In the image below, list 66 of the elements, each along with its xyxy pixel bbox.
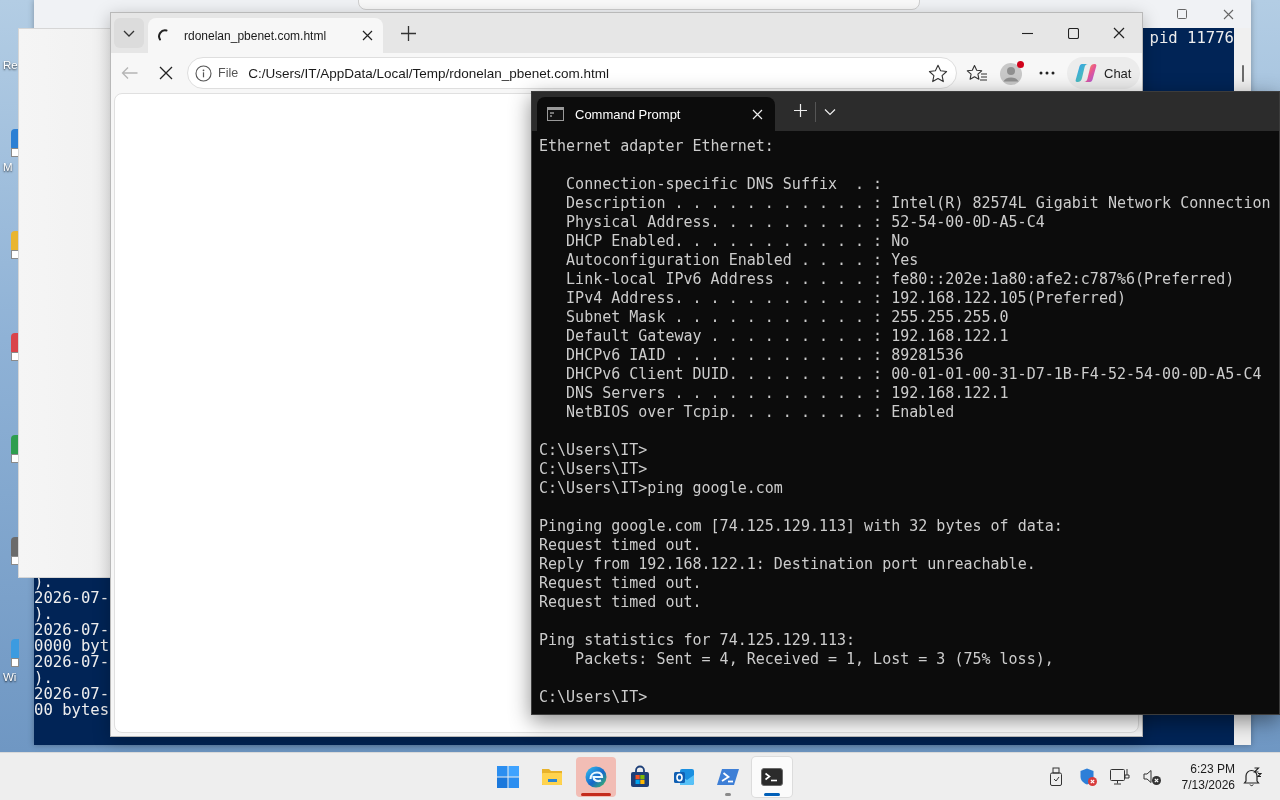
console-line: 2026-07-: [34, 622, 110, 638]
terminal-line: C:\Users\IT>: [539, 460, 648, 479]
terminal-line: IPv4 Address. . . . . . . . . . . : 192.168.122.105(Preferred): [566, 289, 1126, 308]
terminal-line: NetBIOS over Tcpip. . . . . . . . : Enabled: [566, 403, 955, 422]
usb-drive-icon: [1048, 766, 1063, 787]
monitor-network-icon: [1108, 766, 1131, 787]
start-icon: [496, 764, 520, 789]
terminal-line: DHCPv6 Client DUID. . . . . . . . : 00-01-01-00-31-D7-1B-F4-52-54-00-0D-A5-C4: [566, 365, 1262, 384]
terminal-line: Pinging google.com [74.125.129.113] with 32 bytes of data:: [539, 517, 1063, 536]
star-list-icon: [966, 63, 988, 83]
console-line: 0000 byt: [34, 638, 110, 654]
close-icon: [751, 108, 763, 120]
store-icon: [628, 764, 652, 789]
tab-list-button[interactable]: [114, 18, 144, 48]
browser-tab[interactable]: rdonelan_pbenet.com.html: [148, 18, 383, 53]
terminal-line: Ethernet adapter Ethernet:: [539, 137, 774, 156]
terminal-line: DNS Servers . . . . . . . . . . . : 192.168.122.1: [566, 384, 1009, 403]
console-line: 2026-07-: [34, 590, 110, 606]
console-line: pid 11776: [1149, 30, 1234, 46]
terminal-line: Packets: Sent = 4, Received = 1, Lost = 3 (75% loss),: [575, 650, 1054, 669]
copilot-icon: [1075, 63, 1097, 83]
chevron-down-icon: [824, 107, 836, 116]
terminal-line: Ping statistics for 74.125.129.113:: [539, 631, 856, 650]
terminal-line: Request timed out.: [539, 574, 702, 593]
plus-icon: [793, 104, 807, 117]
maximize-icon: [1067, 27, 1079, 39]
browser-icon: [584, 764, 608, 789]
command-prompt-icon: [547, 107, 564, 121]
terminal-line: Subnet Mask . . . . . . . . . . . : 255.255.255.0: [566, 308, 1009, 327]
scrollbar-thumb[interactable]: [1241, 65, 1244, 82]
terminal-line: Physical Address. . . . . . . . . : 52-54-00-0D-A5-C4: [566, 213, 1045, 232]
console-line: ).: [34, 670, 53, 686]
close-icon: [361, 30, 373, 41]
terminal-line: C:\Users\IT>ping google.com: [539, 479, 783, 498]
stop-icon: [159, 66, 173, 80]
console-line: 2026-07-: [34, 686, 110, 702]
terminal-line: C:\Users\IT>: [539, 688, 648, 707]
add-favorite-button[interactable]: [928, 63, 948, 83]
chat-button[interactable]: Chat: [1067, 57, 1141, 89]
terminal-line: Description . . . . . . . . . . . : Intel(R) 82574L Gigabit Network Connection: [566, 194, 1271, 213]
maximize-icon: [1177, 9, 1187, 19]
clock-button[interactable]: 6:23 PM 7/13/2026: [1178, 756, 1238, 797]
console-line: ).: [34, 606, 53, 622]
info-icon: [195, 64, 212, 82]
terminal-line: Request timed out.: [539, 593, 702, 612]
taskbar-app-button[interactable]: [752, 756, 792, 797]
terminal-line: DHCPv6 IAID . . . . . . . . . . . : 89281536: [566, 346, 964, 365]
plus-icon: [400, 25, 416, 41]
terminal-line: Reply from 192.168.122.1: Destination port unreachable.: [539, 555, 1036, 574]
console-line: 2026-07-: [34, 654, 110, 670]
back-arrow-icon: [120, 66, 138, 80]
close-icon: [1113, 27, 1125, 39]
terminal-line: Request timed out.: [539, 536, 702, 555]
terminal-tab[interactable]: Command Prompt: [537, 97, 775, 131]
terminal-line: Default Gateway . . . . . . . . . : 192.168.122.1: [566, 327, 1009, 346]
terminal-line: DHCP Enabled. . . . . . . . . . . : No: [566, 232, 910, 251]
close-icon: [1222, 8, 1234, 20]
terminal-line: Autoconfiguration Enabled . . . . : Yes: [566, 251, 919, 270]
site-info-button[interactable]: File: [195, 64, 239, 82]
star-icon: [928, 63, 948, 83]
console-line: 00 bytes: [34, 702, 110, 718]
address-bar[interactable]: File C:/Users/IT/AppData/Local/Temp/rdonelan_pbenet.com.html: [187, 57, 957, 89]
terminal-line: Connection-specific DNS Suffix . :: [566, 175, 883, 194]
terminal-line: C:\Users\IT>: [539, 441, 648, 460]
more-icon: [1039, 71, 1055, 75]
terminal-line: Link-local IPv6 Address . . . . . : fe80::202e:1a80:afe2:c787%6(Preferred): [566, 270, 1235, 289]
